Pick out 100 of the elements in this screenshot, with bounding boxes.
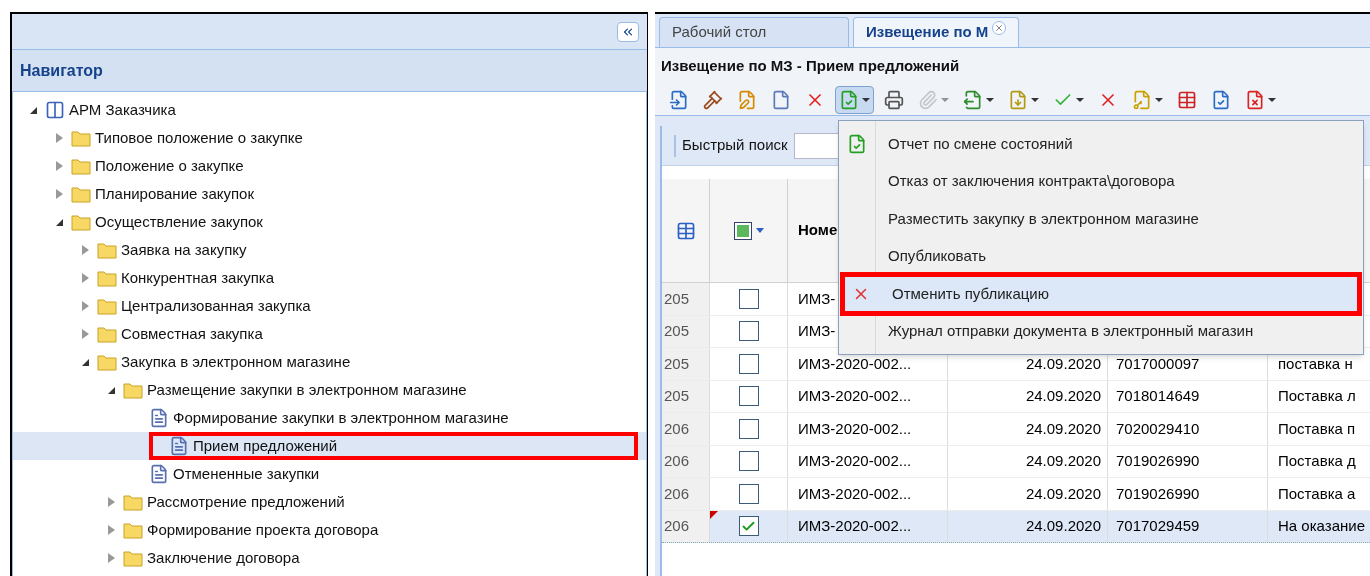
tree-row[interactable]: Планирование закупок — [13, 180, 646, 208]
dropdown-caret-icon — [1031, 97, 1039, 102]
close-icon[interactable] — [992, 21, 1007, 35]
collapsed-arrow-icon[interactable] — [55, 161, 63, 171]
tree-row[interactable]: Размещение закупки в электронном магазине — [13, 376, 646, 404]
collapse-button[interactable] — [617, 21, 639, 42]
table-cell-text: ИМЗ- — [798, 321, 836, 341]
report-icon — [847, 133, 867, 154]
select-all-control[interactable] — [733, 221, 764, 240]
check-doc-icon — [1211, 89, 1231, 110]
table-cell-text: 7019026990 — [1116, 451, 1200, 471]
table-cell-text: ИМЗ- — [798, 288, 836, 309]
row-checkbox[interactable] — [738, 418, 759, 439]
tree-row[interactable]: АРМ Заказчика — [13, 96, 646, 124]
tree-row[interactable]: Закупка в электронном магазине — [13, 348, 646, 376]
folder-icon — [71, 185, 91, 203]
tree-label: Размещение закупки в электронном магазине — [147, 379, 467, 400]
tree-label: Планирование закупок — [95, 183, 255, 204]
folder-icon — [123, 493, 143, 511]
expanded-arrow-icon[interactable] — [29, 106, 37, 114]
new-icon — [771, 89, 791, 110]
collapsed-arrow-icon[interactable] — [107, 497, 115, 507]
table-row[interactable]: 206 ИМЗ-2020-002... 24.09.2020 7020029410 Поставка п — [662, 413, 1370, 446]
table-cell-text: 7020029410 — [1116, 418, 1200, 439]
row-checkbox[interactable] — [738, 353, 759, 374]
tree-row[interactable]: Формирование закупки в электронном магазине — [13, 404, 646, 432]
tree-row[interactable]: Положение о закупке — [13, 152, 646, 180]
table-cell-text: 24.09.2020 — [1025, 483, 1101, 504]
tree-row[interactable]: Рассмотрение предложений — [13, 488, 646, 516]
expanded-arrow-icon[interactable] — [81, 358, 89, 366]
folder-icon — [97, 325, 117, 343]
table-cell-text: ИМЗ-2020-002... — [798, 451, 912, 471]
collapsed-arrow-icon[interactable] — [55, 133, 63, 143]
menu-item[interactable]: Журнал отправки документа в электронный магазин — [839, 312, 1363, 350]
tree-row[interactable]: Централизованная закупка — [13, 292, 646, 320]
row-number: 206 — [664, 418, 690, 439]
tree-label: Рассмотрение предложений — [147, 491, 345, 512]
tree-label: Конкурентная закупка — [121, 267, 274, 288]
row-checkbox[interactable] — [738, 483, 759, 504]
table-row[interactable]: 205 ИМЗ-2020-002... 24.09.2020 7018014649 Поставка л — [662, 380, 1370, 413]
tree-row[interactable]: Заявка на закупку — [13, 236, 646, 264]
tree-row[interactable]: Отмененные закупки — [13, 460, 646, 488]
table-cell-text: ИМЗ-2020-002... — [798, 353, 912, 374]
tree-label: Централизованная закупка — [121, 295, 311, 316]
tree-row[interactable]: Совместная закупка — [13, 320, 646, 348]
row-checkbox[interactable] — [738, 321, 759, 342]
print-icon — [884, 89, 904, 110]
table-row[interactable]: 206 ИМЗ-2020-002... 24.09.2020 7019026990 Поставка д — [662, 445, 1370, 478]
expanded-arrow-icon[interactable] — [107, 386, 115, 394]
tree-label: Заявка на закупку — [121, 239, 247, 260]
collapsed-arrow-icon[interactable] — [81, 273, 89, 283]
menu-item[interactable]: Отчет по смене состояний — [839, 125, 1363, 163]
menu-label: Опубликовать — [887, 246, 987, 266]
tree-row[interactable]: Осуществление закупок — [13, 208, 646, 236]
expanded-arrow-icon[interactable] — [55, 218, 63, 226]
tab[interactable]: Извещение по М — [853, 17, 1020, 47]
tree-label: Закупка в электронном магазине — [121, 351, 351, 372]
tab[interactable]: Рабочий стол — [659, 17, 849, 47]
collapsed-arrow-icon[interactable] — [81, 245, 89, 255]
report-icon — [169, 436, 189, 456]
collapsed-arrow-icon[interactable] — [81, 301, 89, 311]
tree-row[interactable]: Прием предложений — [13, 432, 646, 460]
sign-icon — [1132, 89, 1152, 110]
tree-row[interactable]: Формирование проекта договора — [13, 516, 646, 544]
collapsed-arrow-icon[interactable] — [81, 329, 89, 339]
row-number: 206 — [664, 516, 690, 536]
tree-label: Формирование закупки в электронном магазине — [173, 407, 509, 428]
folder-icon — [123, 521, 143, 539]
menu-item[interactable]: Разместить закупку в электронном магазине — [839, 200, 1363, 238]
tree-label: Формирование проекта договора — [147, 519, 379, 540]
collapsed-arrow-icon[interactable] — [107, 525, 115, 535]
menu-label: Разместить закупку в электронном магазине — [887, 208, 1199, 229]
dropdown-caret-icon — [986, 97, 994, 102]
table-row[interactable]: 206 ИМЗ-2020-002... 24.09.2020 7017029459 На оказание — [662, 510, 1370, 543]
row-checkbox[interactable] — [738, 516, 759, 537]
toolbar-button[interactable] — [835, 85, 874, 114]
row-checkbox[interactable] — [738, 288, 759, 309]
row-checkbox[interactable] — [738, 386, 759, 407]
tree-label: Осуществление закупок — [95, 211, 263, 232]
table-cell-text: 24.09.2020 — [1025, 418, 1101, 439]
tree-label: Отмененные закупки — [173, 463, 320, 484]
menu-item[interactable]: Опубликовать — [839, 237, 1363, 275]
table-cell-text: 24.09.2020 — [1025, 516, 1101, 536]
row-checkbox[interactable] — [738, 451, 759, 472]
collapsed-arrow-icon[interactable] — [107, 553, 115, 563]
run-icon — [669, 89, 689, 110]
tree-row[interactable]: Типовое положение о закупке — [13, 124, 646, 152]
dropdown-caret-icon — [1076, 97, 1084, 102]
tree-row[interactable]: Конкурентная закупка — [13, 264, 646, 292]
table-cell-text: Поставка д — [1278, 451, 1356, 471]
tree-row[interactable]: Заключение договора — [13, 544, 646, 572]
column-header[interactable]: Номе — [798, 219, 838, 242]
menu-item[interactable]: Отменить публикацию — [843, 275, 1359, 313]
menu-item[interactable]: Отказ от заключения контракта\договора — [839, 162, 1363, 200]
collapsed-arrow-icon[interactable] — [55, 189, 63, 199]
grid-icon — [675, 220, 696, 241]
table-row[interactable]: 206 ИМЗ-2020-002... 24.09.2020 7019026990 Поставка а — [662, 478, 1370, 511]
folder-icon — [71, 129, 91, 147]
tree-label: Типовое положение о закупке — [95, 127, 303, 148]
folder-icon — [97, 297, 117, 315]
